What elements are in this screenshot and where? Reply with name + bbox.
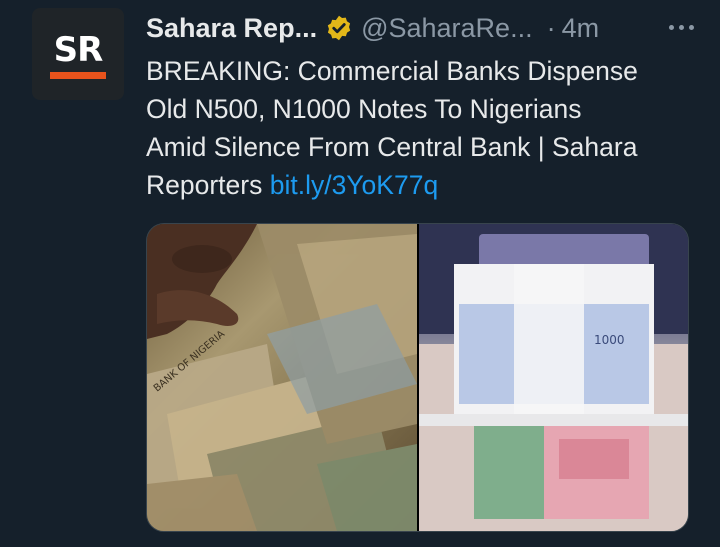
tweet-header: Sahara Rep... @SaharaRe... · 4m xyxy=(146,10,694,46)
avatar[interactable]: SR xyxy=(32,8,124,100)
tweet-text: BREAKING: Commercial Banks Dispense Old … xyxy=(146,52,696,204)
media-grid: BANK OF NIGERIA 1000 xyxy=(146,223,689,532)
avatar-logo-bar xyxy=(50,72,106,79)
tweet-link[interactable]: bit.ly/3YoK77q xyxy=(270,170,438,200)
more-options-icon[interactable] xyxy=(669,12,694,42)
more-dot xyxy=(689,24,694,30)
photo-new-naira-notes[interactable]: 1000 xyxy=(418,224,688,531)
photo-old-naira-notes[interactable]: BANK OF NIGERIA xyxy=(147,224,417,531)
handle[interactable]: @SaharaRe... xyxy=(361,13,533,44)
tweet-line: Amid Silence From Central Bank | Sahara xyxy=(146,132,638,162)
tweet-line: Old N500, N1000 Notes To Nigerians xyxy=(146,94,582,124)
photo-new-naira-notes-illustration: 1000 xyxy=(418,224,688,531)
avatar-logo-text: SR xyxy=(53,30,104,70)
tweet-line: BREAKING: Commercial Banks Dispense xyxy=(146,56,638,86)
verified-badge-icon[interactable] xyxy=(325,14,353,42)
photo-old-naira-notes-illustration: BANK OF NIGERIA xyxy=(147,224,417,531)
right-note-text: 1000 xyxy=(594,333,625,347)
tweet-line: Reporters xyxy=(146,170,270,200)
display-name[interactable]: Sahara Rep... xyxy=(146,13,317,44)
separator-dot: · xyxy=(546,12,556,43)
more-dot xyxy=(669,24,674,30)
timestamp[interactable]: 4m xyxy=(562,13,600,44)
more-dot xyxy=(679,24,684,30)
